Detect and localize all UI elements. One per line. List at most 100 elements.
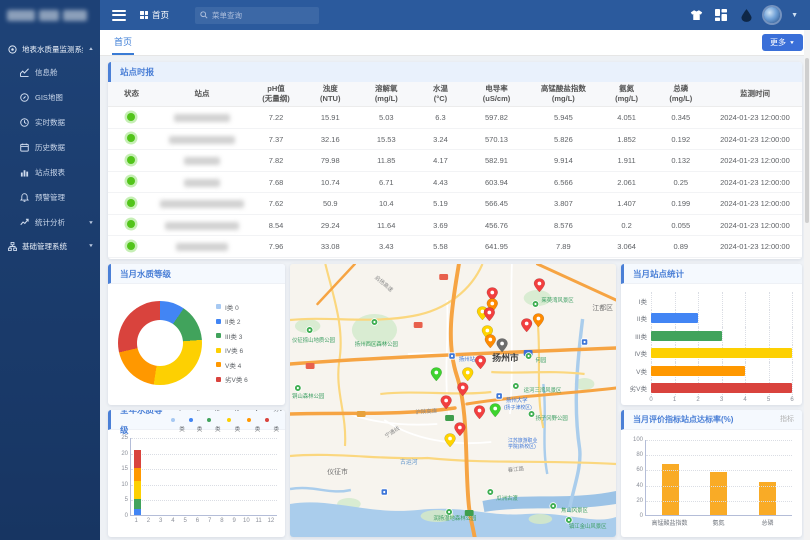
legend-item[interactable]: V类 4 [216,360,248,370]
scenic-poi-dot [373,321,375,323]
hbar-track [651,310,792,328]
user-menu-caret-icon[interactable]: ▼ [791,12,798,19]
cell-value: 7.96 [249,236,303,258]
main-area: 首页 更多▼ 站点时报 状态站点pH值(无量纲)浊度(NTU)溶解氧(mg/L)… [100,30,810,540]
station-table: 状态站点pH值(无量纲)浊度(NTU)溶解氧(mg/L)水温(°C)电导率(uS… [108,82,802,258]
col-header: 浊度(NTU) [303,82,357,107]
legend-item[interactable]: I类 [171,410,185,440]
col-header: 总磷(mg/L) [654,82,708,107]
rate-bar[interactable] [759,482,776,515]
legend-item[interactable]: II类 2 [216,316,248,326]
theme-shirt-icon[interactable] [689,8,703,22]
user-avatar[interactable] [764,7,780,23]
station-map[interactable]: 扬州市江都区仪征市扬州西区森林公园仪征捺山地质公园铜山森林公园何园运河三湾风景区… [290,264,616,537]
cell-value: 0.2 [600,214,654,236]
compliance-bar-chart[interactable]: 020406080100 [645,440,792,516]
hbar-bar[interactable] [651,313,698,323]
table-row[interactable]: 7.9633.083.435.58641.957.893.0640.892024… [108,236,802,258]
sidebar-toggle-icon[interactable] [112,10,126,21]
menu-search[interactable] [195,7,319,24]
legend-swatch [216,377,221,382]
road-shield-icon [445,415,454,421]
x-tick-label: 氨氮 [694,518,743,527]
gridline [792,292,793,310]
transit-poi-dot [451,355,453,357]
gridline [722,292,723,310]
tab-home[interactable]: 首页 [112,31,134,55]
sidebar-item-历史数据[interactable]: 历史数据 [0,135,100,160]
cell-value: 3.24 [415,128,466,150]
hbar-row: I类 [627,292,792,310]
hbar-bar[interactable] [651,348,792,358]
breadcrumb[interactable]: 首页 [140,9,169,21]
table-row[interactable]: 7.6810.746.714.43603.946.5662.0610.25202… [108,171,802,193]
legend-item[interactable]: V类 [247,410,262,440]
hbar-track [651,380,792,398]
cell-value: 10.74 [303,171,357,193]
sidebar-item-GIS地图[interactable]: GIS地图 [0,85,100,110]
annual-stacked-bar-chart[interactable]: 0510152025 [130,438,277,516]
legend-item[interactable]: II类 [189,410,203,440]
scenic-poi-dot [528,355,530,357]
table-row[interactable]: 8.5429.2411.643.69456.768.5760.20.055202… [108,214,802,236]
cell-value: 7.37 [249,128,303,150]
map-canvas[interactable]: 扬州市江都区仪征市扬州西区森林公园仪征捺山地质公园铜山森林公园何园运河三湾风景区… [290,264,616,537]
hbar-category-label: III类 [627,331,651,341]
station-name-blurred [184,157,220,165]
scenic-poi-dot [530,413,532,415]
y-tick-label: 20 [121,451,128,457]
pin-dot [434,371,438,375]
map-road-secondary [380,392,491,394]
sidebar-section-label: 基础管理系统 [22,241,67,252]
layout-dashboard-icon[interactable] [714,8,728,22]
y-tick-label: 10 [121,482,128,488]
water-drop-icon[interactable] [739,8,753,22]
gridline [646,486,792,487]
station-report-icon [20,168,29,177]
sidebar-section-1[interactable]: 基础管理系统▼ [0,235,100,257]
rate-bar[interactable] [710,472,727,515]
legend-item[interactable]: 劣V类 6 [216,374,248,384]
status-dot [127,113,135,121]
cell-value: 8.54 [249,214,303,236]
legend-item[interactable]: 劣V类 [265,410,285,440]
hbar-bar[interactable] [651,366,745,376]
page-scrollbar[interactable] [804,30,810,540]
scrollbar-thumb[interactable] [805,58,809,223]
hbar-bar[interactable] [651,383,792,393]
monthly-station-stats-title: 当月站点统计 [621,264,802,284]
hbar-bar[interactable] [651,331,722,341]
search-input[interactable] [212,11,314,20]
legend-item[interactable]: III类 3 [216,331,248,341]
scenic-poi-dot [534,303,536,305]
y-tick-label: 20 [636,498,643,504]
pin-dot [538,282,542,286]
table-row[interactable]: 7.2215.915.036.3597.825.9454.0510.345202… [108,107,802,129]
sidebar-item-预警管理[interactable]: 预警管理 [0,185,100,210]
sidebar-section-0[interactable]: 地表水质量监测系统▲ [0,38,100,60]
hbar-row: 劣V类 [627,380,792,398]
gridline [769,362,770,380]
legend-item[interactable]: IV类 [227,410,243,440]
sidebar-item-统计分析[interactable]: 统计分析▼ [0,210,100,235]
station-hbar-chart[interactable]: I类II类III类IV类V类劣V类 [621,284,802,397]
tabbar: 首页 更多▼ [100,30,810,56]
table-row[interactable]: 7.6250.910.45.19566.453.8071.4070.199202… [108,193,802,215]
station-report-panel: 站点时报 状态站点pH值(无量纲)浊度(NTU)溶解氧(mg/L)水温(°C)电… [108,62,802,259]
table-row[interactable]: 7.3732.1615.533.24570.135.8261.8520.1922… [108,128,802,150]
sidebar-item-站点报表[interactable]: 站点报表 [0,160,100,185]
legend-item[interactable]: IV类 6 [216,345,248,355]
grade-donut-chart[interactable] [118,301,202,385]
map-label: 扬州站 [459,355,476,363]
road-shield-icon [306,363,315,369]
legend-item[interactable]: I类 0 [216,302,248,312]
pin-dot [478,409,482,413]
sidebar-item-实时数据[interactable]: 实时数据 [0,110,100,135]
legend-item[interactable]: III类 [207,410,223,440]
indicator-selector[interactable]: 指标 [780,410,794,430]
table-row[interactable]: 7.8279.9811.854.17582.919.9141.9110.1322… [108,150,802,172]
stacked-bar[interactable] [134,450,141,516]
sidebar-item-信息舱[interactable]: 信息舱 [0,60,100,85]
more-button[interactable]: 更多▼ [762,34,803,51]
rate-bar[interactable] [662,464,679,515]
